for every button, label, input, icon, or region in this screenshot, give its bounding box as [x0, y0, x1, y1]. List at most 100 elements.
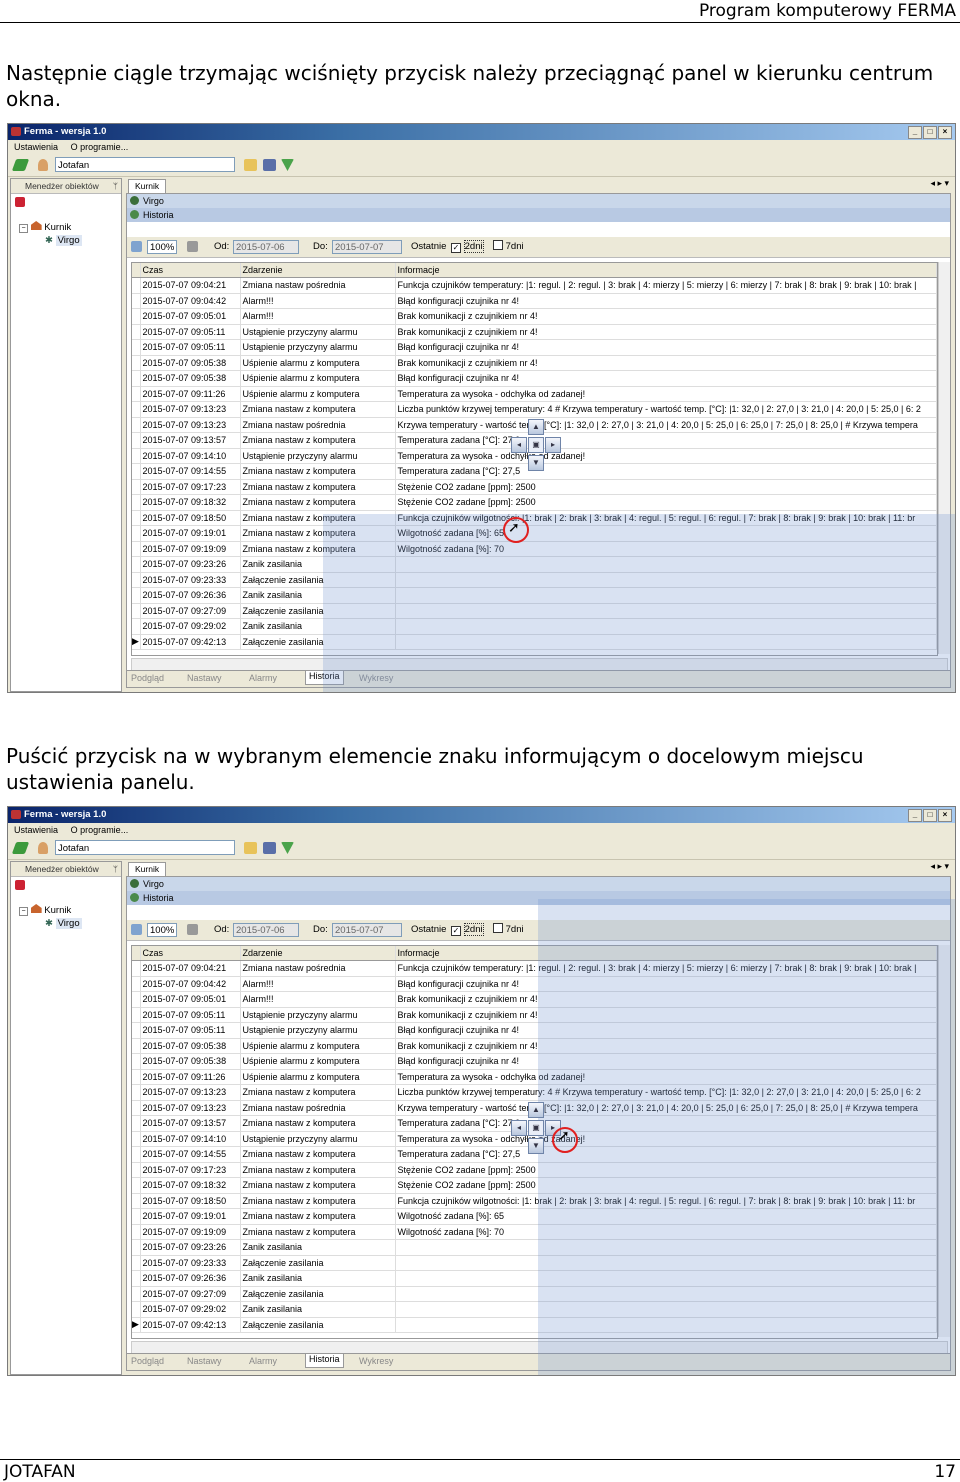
refresh-icon[interactable]	[131, 924, 142, 935]
row-selector[interactable]	[132, 1255, 141, 1271]
row-selector[interactable]	[132, 541, 141, 557]
user-icon[interactable]	[38, 842, 48, 854]
tab-preview[interactable]: Podgląd	[131, 673, 164, 683]
column-time[interactable]: Czas	[140, 263, 241, 278]
user-icon[interactable]	[38, 159, 48, 171]
pin-icon[interactable]: ᛘ	[113, 862, 118, 876]
row-selector[interactable]	[132, 308, 141, 325]
row-selector[interactable]	[132, 479, 141, 495]
window-titlebar[interactable]: Ferma - wersja 1.0 _ □ ×	[8, 807, 955, 823]
save-icon[interactable]	[263, 159, 276, 171]
table-row[interactable]: 2015-07-07 09:17:23 Zmiana nastaw z kompu…	[132, 479, 937, 495]
row-selector[interactable]	[132, 991, 141, 1008]
close-button[interactable]: ×	[938, 809, 952, 822]
checkbox-7days[interactable]	[493, 240, 503, 250]
tree-node-virgo[interactable]: ✱ Virgo	[45, 918, 82, 929]
dock-top-arrow[interactable]: ▲	[528, 1102, 544, 1118]
tree-node-kurnik[interactable]: − Kurnik	[19, 904, 71, 916]
table-row[interactable]: 2015-07-07 09:05:01 Alarm!!! Brak komunika…	[132, 308, 937, 325]
row-selector[interactable]	[132, 417, 141, 433]
to-date-field[interactable]: 2015-07-07	[332, 923, 402, 937]
maximize-button[interactable]: □	[923, 809, 937, 822]
open-folder-icon[interactable]	[244, 842, 257, 854]
history-band[interactable]: Historia	[127, 208, 950, 222]
user-field[interactable]: Jotafan	[55, 157, 235, 172]
open-folder-icon[interactable]	[244, 159, 257, 171]
table-row[interactable]: 2015-07-07 09:05:38 Uśpienie alarmu z kom…	[132, 355, 937, 371]
row-selector[interactable]	[132, 1022, 141, 1039]
row-selector[interactable]	[132, 1208, 141, 1225]
maximize-button[interactable]: □	[923, 126, 937, 139]
zoom-field[interactable]: 100%	[147, 923, 177, 937]
close-button[interactable]: ×	[938, 126, 952, 139]
menu-about[interactable]: O programie...	[71, 825, 129, 835]
menu-settings[interactable]: Ustawienia	[14, 142, 58, 152]
object-manager-header[interactable]: Menedżer obiektów ᛘ	[11, 179, 121, 194]
row-selector[interactable]	[132, 1301, 141, 1318]
row-selector[interactable]	[132, 1038, 141, 1054]
row-selector[interactable]	[132, 1131, 141, 1147]
row-selector[interactable]	[132, 572, 141, 588]
row-selector[interactable]	[132, 603, 141, 619]
object-manager-header[interactable]: Menedżer obiektów ᛘ	[11, 862, 121, 877]
tab-preview[interactable]: Podgląd	[131, 1356, 164, 1366]
row-selector[interactable]	[132, 1224, 141, 1240]
menu-settings[interactable]: Ustawienia	[14, 825, 58, 835]
print-icon[interactable]	[187, 924, 198, 935]
table-row[interactable]: 2015-07-07 09:04:21 Zmiana nastaw pośredn…	[132, 277, 937, 294]
row-selector[interactable]	[132, 494, 141, 511]
row-selector[interactable]	[132, 293, 141, 309]
from-date-field[interactable]: 2015-07-06	[233, 923, 299, 937]
row-selector[interactable]	[132, 370, 141, 387]
dock-center-target[interactable]: ▣	[528, 1120, 544, 1136]
user-field[interactable]: Jotafan	[55, 840, 235, 855]
window-titlebar[interactable]: Ferma - wersja 1.0 _ □ ×	[8, 124, 955, 140]
column-event[interactable]: Zdarzenie	[240, 263, 396, 278]
tab-charts[interactable]: Wykresy	[359, 1356, 393, 1366]
row-selector[interactable]	[132, 401, 141, 418]
table-row[interactable]: 2015-07-07 09:05:11 Ustąpienie przyczyny …	[132, 339, 937, 356]
row-selector[interactable]	[132, 277, 141, 294]
menu-about[interactable]: O programie...	[71, 142, 129, 152]
tree-node-kurnik[interactable]: − Kurnik	[19, 221, 71, 233]
tab-settings[interactable]: Nastawy	[187, 1356, 222, 1366]
tab-kurnik[interactable]: Kurnik	[128, 179, 167, 193]
row-selector[interactable]	[132, 618, 141, 635]
dock-top-arrow[interactable]: ▲	[528, 419, 544, 435]
leaf-icon[interactable]	[11, 159, 30, 171]
from-date-field[interactable]: 2015-07-06	[233, 240, 299, 254]
row-selector[interactable]	[132, 1193, 141, 1209]
row-selector[interactable]	[132, 1100, 141, 1116]
zoom-field[interactable]: 100%	[147, 240, 177, 254]
checkbox-2days[interactable]: ✓	[451, 243, 461, 253]
row-selector[interactable]	[132, 386, 141, 402]
tab-history[interactable]: Historia	[305, 1354, 344, 1368]
row-selector[interactable]	[132, 525, 141, 542]
collapse-icon[interactable]: −	[19, 224, 28, 233]
row-selector[interactable]	[132, 1007, 141, 1023]
row-selector[interactable]: ▶	[132, 634, 141, 650]
row-selector[interactable]	[132, 1053, 141, 1070]
leaf-icon[interactable]	[11, 842, 30, 854]
row-selector[interactable]	[132, 339, 141, 356]
table-row[interactable]: 2015-07-07 09:13:23 Zmiana nastaw z kompu…	[132, 401, 937, 418]
row-selector[interactable]	[132, 1239, 141, 1256]
row-selector[interactable]	[132, 587, 141, 604]
row-selector[interactable]	[132, 1270, 141, 1287]
dock-center-target[interactable]: ▣	[528, 437, 544, 453]
collapse-icon[interactable]: −	[19, 907, 28, 916]
dock-left-arrow[interactable]: ◂	[511, 1120, 527, 1136]
option-2days[interactable]: ✓ 2dni	[451, 240, 484, 254]
column-event[interactable]: Zdarzenie	[240, 946, 396, 961]
option-7days[interactable]: 7dni	[493, 923, 524, 937]
tab-nav-arrows[interactable]: ◂ ▸ ▾	[930, 861, 949, 872]
tab-kurnik[interactable]: Kurnik	[128, 862, 167, 876]
users-icon[interactable]	[15, 197, 25, 207]
save-icon[interactable]	[263, 842, 276, 854]
tab-alarms[interactable]: Alarmy	[249, 673, 277, 683]
table-row[interactable]: 2015-07-07 09:05:11 Ustąpienie przyczyny …	[132, 324, 937, 340]
column-info[interactable]: Informacje	[395, 263, 937, 278]
tab-alarms[interactable]: Alarmy	[249, 1356, 277, 1366]
checkbox-7days[interactable]	[493, 923, 503, 933]
row-selector[interactable]	[132, 1069, 141, 1085]
